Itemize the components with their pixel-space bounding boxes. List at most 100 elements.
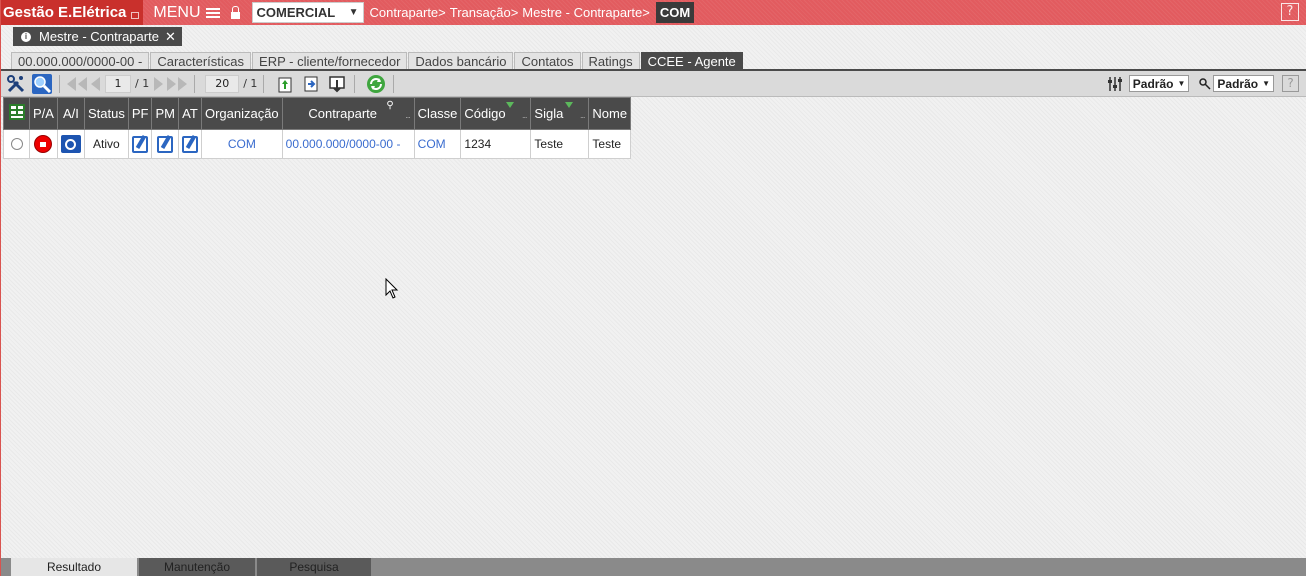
detail-tabs: 00.000.000/0000-00 - Características ERP… [11,52,744,70]
page-input[interactable]: 1 [105,74,131,93]
organizacao-cell[interactable]: COM [200,129,283,159]
tools-icon[interactable] [5,73,27,95]
columns-icon [8,104,25,120]
column-header-classe[interactable]: Classe [413,97,462,130]
toolbar-separator [393,74,395,93]
column-header-contraparte[interactable]: Contraparte ⚲ ∙∙∙ [281,97,415,130]
breadcrumb-item[interactable]: Contraparte> [370,5,446,20]
pm-cell[interactable] [151,129,179,159]
pf-cell[interactable] [127,129,153,159]
tab-manutencao[interactable]: Manutenção [139,558,257,576]
contraparte-cell[interactable]: 00.000.000/0000-00 - [281,129,415,159]
info-icon: i [21,31,31,42]
app-title-text: Gestão E.Elétrica [3,4,127,21]
import-icon[interactable] [300,73,322,95]
tab-caracteristicas[interactable]: Características [150,52,252,70]
column-header-nome[interactable]: Nome [588,97,632,130]
sort-handle-icon[interactable]: ∙∙∙ [405,112,410,122]
tab-erp[interactable]: ERP - cliente/fornecedor [252,52,408,70]
download-icon[interactable] [326,73,348,95]
page-size-total: / 1 [243,77,258,90]
mouse-cursor-icon [385,277,399,303]
toolbar-separator [354,74,356,93]
results-grid: P/A A/I Status PF PM AT Organização Cont… [3,97,632,159]
page-size-input[interactable]: 20 [205,74,240,93]
next-page-icon[interactable] [153,76,164,91]
help-icon[interactable]: ? [1282,75,1299,92]
edit-icon[interactable] [181,135,198,153]
first-page-icon[interactable] [66,76,88,91]
layout-select[interactable]: Padrão ▼ [1128,75,1190,92]
lock-icon[interactable] [226,0,246,25]
grid-header-row: P/A A/I Status PF PM AT Organização Cont… [3,97,632,130]
breadcrumb-item[interactable]: Transação> [450,5,519,20]
tab-contraparte[interactable]: 00.000.000/0000-00 - [11,52,150,70]
app-title[interactable]: Gestão E.Elétrica [1,0,144,25]
column-header-status[interactable]: Status [83,97,129,130]
edit-icon[interactable] [132,135,149,153]
column-header-at[interactable]: AT [177,97,202,130]
column-header-codigo[interactable]: Código ∙∙∙ [460,97,532,130]
close-icon[interactable]: ✕ [165,29,176,45]
toolbar-separator [194,74,196,93]
organization-select-value: COMERCIAL [256,5,336,20]
row-select-cell[interactable] [3,129,30,159]
sort-handle-icon[interactable]: ∙∙∙ [522,112,527,122]
sort-arrow-icon[interactable] [565,102,574,108]
tab-ccee-agente[interactable]: CCEE - Agente [640,52,743,70]
layout-select-value: Padrão [1132,76,1174,91]
column-header-label: Organização [204,106,279,121]
codigo-cell: 1234 [460,129,532,159]
help-icon[interactable]: ? [1281,3,1299,21]
ai-cell[interactable] [56,129,85,159]
minimize-icon[interactable] [131,12,140,19]
breadcrumb: Contraparte> Transação> Mestre - Contrap… [370,2,699,23]
column-header-ai[interactable]: A/I [56,97,85,130]
tab-dados-bancario[interactable]: Dados bancário [408,52,514,70]
column-header-pa[interactable]: P/A [29,97,58,130]
export-icon[interactable] [274,73,296,95]
refresh-icon[interactable] [365,73,387,95]
column-header-label: Código [464,106,506,121]
active-toggle-icon[interactable] [60,135,81,153]
column-header-pm[interactable]: PM [151,97,179,130]
toolbar-separator [263,74,265,93]
classe-cell[interactable]: COM [413,129,462,159]
sort-handle-icon[interactable]: ∙∙∙ [580,112,585,122]
column-header-label: Contraparte [308,106,377,121]
sort-arrow-icon[interactable] [506,102,515,108]
search-icon[interactable] [31,73,53,95]
pa-cell[interactable] [29,129,58,159]
last-page-icon[interactable] [166,76,188,91]
edit-icon[interactable] [157,135,174,153]
window-tab-label: Mestre - Contraparte [39,29,159,44]
prev-page-icon[interactable] [90,76,101,91]
row-radio[interactable] [10,138,23,150]
stop-icon[interactable] [34,135,53,153]
tab-resultado[interactable]: Resultado [11,558,139,576]
filter-select[interactable]: Padrão ▼ [1213,75,1274,92]
select-column-header[interactable] [3,97,30,130]
filter-settings-icon[interactable] [1105,75,1125,93]
column-header-sigla[interactable]: Sigla ∙∙∙ [530,97,590,130]
menu-button[interactable]: MENU [143,0,225,25]
table-row[interactable]: Ativo COM 00.000.000/0000-00 - COM 1234 … [3,129,632,159]
at-cell[interactable] [177,129,202,159]
nome-cell: Teste [588,129,632,159]
chevron-down-icon: ▼ [1177,79,1186,88]
tab-contatos[interactable]: Contatos [514,52,581,70]
column-header-organizacao[interactable]: Organização [200,97,283,130]
tab-pesquisa[interactable]: Pesquisa [257,558,373,576]
search-icon[interactable]: ⚲ [386,100,393,111]
filter-select-value: Padrão [1217,76,1259,91]
organization-select[interactable]: COMERCIAL ▼ [251,2,364,23]
breadcrumb-item[interactable]: Mestre - Contraparte> [522,5,650,20]
toolbar-separator [59,74,60,93]
window-tab[interactable]: i Mestre - Contraparte ✕ [13,27,182,46]
top-bar: Gestão E.Elétrica MENU COMERCIAL ▼ Contra… [1,0,1306,25]
hamburger-icon [205,6,220,20]
chevron-down-icon: ▼ [348,7,359,18]
tab-ratings[interactable]: Ratings [581,52,640,70]
column-header-label: Sigla [534,106,564,121]
column-header-pf[interactable]: PF [127,97,153,130]
